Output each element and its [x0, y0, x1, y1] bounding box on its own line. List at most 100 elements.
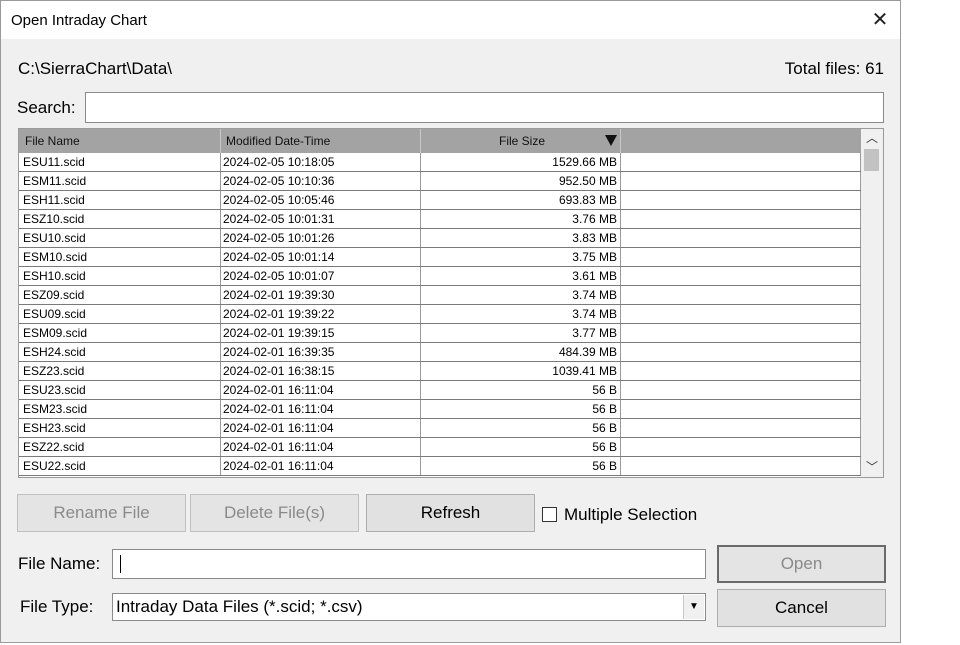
modified-cell: 2024-02-01 16:11:04 — [221, 438, 421, 456]
modified-cell: 2024-02-05 10:01:07 — [221, 267, 421, 285]
file-name-cell: ESU10.scid — [19, 229, 221, 247]
table-row[interactable]: ESM09.scid 2024-02-01 19:39:15 3.77 MB — [19, 324, 861, 343]
close-icon[interactable]: ✕ — [867, 7, 893, 33]
cancel-button[interactable]: Cancel — [717, 589, 886, 627]
column-header-empty — [621, 129, 861, 153]
vertical-scrollbar[interactable]: ︿ ﹀ — [861, 129, 883, 477]
file-name-cell: ESH24.scid — [19, 343, 221, 361]
empty-cell — [621, 457, 861, 475]
file-name-cell: ESU22.scid — [19, 457, 221, 475]
table-row[interactable]: ESU10.scid 2024-02-05 10:01:26 3.83 MB — [19, 229, 861, 248]
file-size-cell: 56 B — [421, 381, 621, 399]
table-row[interactable]: ESM23.scid 2024-02-01 16:11:04 56 B — [19, 400, 861, 419]
file-list[interactable]: File Name Modified Date-Time File Size E… — [18, 128, 884, 478]
table-row[interactable]: ESZ10.scid 2024-02-05 10:01:31 3.76 MB — [19, 210, 861, 229]
table-row[interactable]: ESZ09.scid 2024-02-01 19:39:30 3.74 MB — [19, 286, 861, 305]
modified-cell: 2024-02-01 16:11:04 — [221, 400, 421, 418]
file-type-label: File Type: — [20, 597, 94, 616]
file-type-value: Intraday Data Files (*.scid; *.csv) — [116, 597, 363, 616]
empty-cell — [621, 400, 861, 418]
file-name-cell: ESM09.scid — [19, 324, 221, 342]
empty-cell — [621, 419, 861, 437]
modified-cell: 2024-02-05 10:10:36 — [221, 172, 421, 190]
table-row[interactable]: ESH10.scid 2024-02-05 10:01:07 3.61 MB — [19, 267, 861, 286]
modified-cell: 2024-02-01 19:39:30 — [221, 286, 421, 304]
modified-cell: 2024-02-05 10:05:46 — [221, 191, 421, 209]
file-size-cell: 3.77 MB — [421, 324, 621, 342]
scroll-up-icon[interactable]: ︿ — [861, 129, 883, 147]
table-row[interactable]: ESU22.scid 2024-02-01 16:11:04 56 B — [19, 457, 861, 476]
file-name-cell: ESM23.scid — [19, 400, 221, 418]
file-size-cell: 3.76 MB — [421, 210, 621, 228]
table-row[interactable]: ESM10.scid 2024-02-05 10:01:14 3.75 MB — [19, 248, 861, 267]
list-header: File Name Modified Date-Time File Size — [19, 129, 861, 153]
refresh-button[interactable]: Refresh — [366, 494, 535, 532]
scrollbar-thumb[interactable] — [864, 149, 879, 171]
open-button[interactable]: Open — [717, 545, 886, 583]
empty-cell — [621, 343, 861, 361]
column-header-modified[interactable]: Modified Date-Time — [221, 129, 617, 153]
empty-cell — [621, 362, 861, 380]
file-name-cell: ESU11.scid — [19, 153, 221, 171]
modified-cell: 2024-02-01 19:39:22 — [221, 305, 421, 323]
table-row[interactable]: ESM11.scid 2024-02-05 10:10:36 952.50 MB — [19, 172, 861, 191]
file-name-cell: ESH10.scid — [19, 267, 221, 285]
file-name-cell: ESM11.scid — [19, 172, 221, 190]
modified-cell: 2024-02-05 10:01:26 — [221, 229, 421, 247]
modified-cell: 2024-02-01 16:11:04 — [221, 419, 421, 437]
empty-cell — [621, 248, 861, 266]
file-name-cell: ESU23.scid — [19, 381, 221, 399]
file-name-cell: ESZ23.scid — [19, 362, 221, 380]
modified-cell: 2024-02-01 16:11:04 — [221, 457, 421, 475]
file-rows: ESU11.scid 2024-02-05 10:18:05 1529.66 MB E… — [19, 153, 861, 476]
empty-cell — [621, 191, 861, 209]
modified-cell: 2024-02-01 16:38:15 — [221, 362, 421, 380]
modified-cell: 2024-02-05 10:18:05 — [221, 153, 421, 171]
file-size-cell: 1529.66 MB — [421, 153, 621, 171]
multiple-selection-label: Multiple Selection — [564, 505, 698, 524]
delete-files-button[interactable]: Delete File(s) — [190, 494, 359, 532]
rename-file-button[interactable]: Rename File — [17, 494, 186, 532]
modified-cell: 2024-02-01 16:39:35 — [221, 343, 421, 361]
multiple-selection-checkbox[interactable] — [542, 507, 557, 522]
table-row[interactable]: ESU23.scid 2024-02-01 16:11:04 56 B — [19, 381, 861, 400]
empty-cell — [621, 381, 861, 399]
file-size-cell: 56 B — [421, 419, 621, 437]
file-size-cell: 3.74 MB — [421, 305, 621, 323]
empty-cell — [621, 438, 861, 456]
column-header-modified-label: Modified Date-Time — [226, 134, 331, 148]
column-header-file-size[interactable]: File Size — [421, 129, 621, 153]
scroll-down-icon[interactable]: ﹀ — [861, 458, 883, 476]
empty-cell — [621, 172, 861, 190]
empty-cell — [621, 229, 861, 247]
file-type-select[interactable]: Intraday Data Files (*.scid; *.csv) ▼ — [112, 593, 706, 621]
file-size-cell: 3.83 MB — [421, 229, 621, 247]
search-input[interactable] — [85, 92, 884, 123]
file-name-input[interactable] — [112, 549, 706, 579]
empty-cell — [621, 153, 861, 171]
file-name-cell: ESU09.scid — [19, 305, 221, 323]
modified-cell: 2024-02-01 19:39:15 — [221, 324, 421, 342]
file-size-cell: 3.75 MB — [421, 248, 621, 266]
table-row[interactable]: ESH11.scid 2024-02-05 10:05:46 693.83 MB — [19, 191, 861, 210]
table-row[interactable]: ESU09.scid 2024-02-01 19:39:22 3.74 MB — [19, 305, 861, 324]
column-header-file-name[interactable]: File Name — [19, 129, 221, 153]
table-row[interactable]: ESU11.scid 2024-02-05 10:18:05 1529.66 MB — [19, 153, 861, 172]
empty-cell — [621, 210, 861, 228]
table-row[interactable]: ESH24.scid 2024-02-01 16:39:35 484.39 MB — [19, 343, 861, 362]
file-name-cell: ESH11.scid — [19, 191, 221, 209]
file-name-cell: ESZ22.scid — [19, 438, 221, 456]
file-size-cell: 3.74 MB — [421, 286, 621, 304]
file-size-cell: 484.39 MB — [421, 343, 621, 361]
file-size-cell: 56 B — [421, 457, 621, 475]
empty-cell — [621, 305, 861, 323]
table-row[interactable]: ESZ22.scid 2024-02-01 16:11:04 56 B — [19, 438, 861, 457]
table-row[interactable]: ESZ23.scid 2024-02-01 16:38:15 1039.41 MB — [19, 362, 861, 381]
modified-cell: 2024-02-05 10:01:31 — [221, 210, 421, 228]
file-size-cell: 3.61 MB — [421, 267, 621, 285]
table-row[interactable]: ESH23.scid 2024-02-01 16:11:04 56 B — [19, 419, 861, 438]
text-caret — [120, 555, 121, 573]
file-size-cell: 1039.41 MB — [421, 362, 621, 380]
chevron-down-icon[interactable]: ▼ — [683, 595, 704, 619]
empty-cell — [621, 286, 861, 304]
